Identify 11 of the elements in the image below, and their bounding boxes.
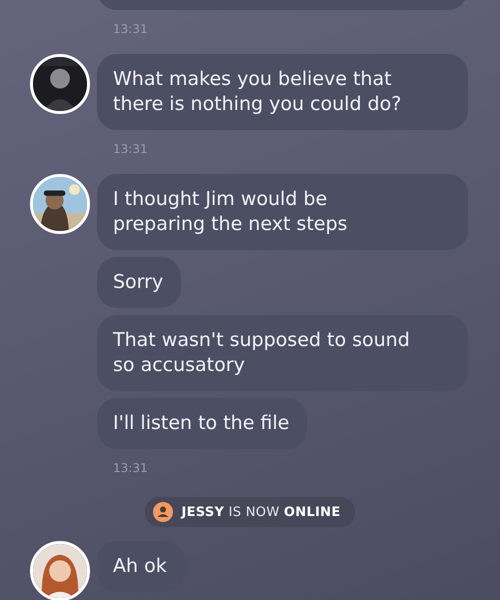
- notice-text: JESSY IS NOW ONLINE: [181, 504, 341, 520]
- message-bubble: I thought Jim would be preparing the next steps: [97, 174, 468, 250]
- message-bubble: I'll listen to the file: [97, 398, 308, 449]
- message-bubble: Ah ok: [97, 541, 185, 592]
- message-bubble: What makes you believe that there is nothing you could do?: [97, 54, 468, 130]
- person-icon: [153, 502, 174, 522]
- message-bubble: That wasn't supposed to sound so accusatory: [97, 315, 468, 391]
- message-bubble: Sorry: [97, 257, 182, 308]
- timestamp: 13:31: [113, 142, 148, 156]
- timestamp: 13:31: [113, 22, 148, 36]
- timestamp: 13:31: [113, 461, 148, 475]
